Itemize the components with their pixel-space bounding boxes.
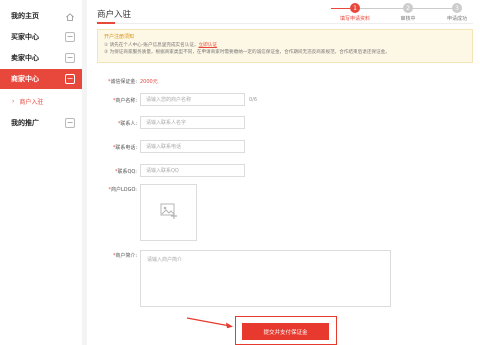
sidebar: 我的主页 买家中心 − 卖家中心 − 商家中心 − › 商户入驻 我的推广 −	[0, 0, 82, 345]
collapse-minus-icon: −	[65, 32, 75, 42]
sidebar-item-seller-center[interactable]: 卖家中心 −	[0, 48, 82, 68]
logo-label: *商户LOGO:	[87, 186, 137, 193]
contact-label-text: 联系人:	[120, 121, 137, 127]
chevron-right-icon: ›	[12, 97, 15, 105]
notice-line-1: ① 请先在个人中心-账户信息里完成实名认证，立即认证	[104, 42, 466, 49]
image-upload-icon	[160, 202, 178, 224]
merchant-intro-textarea[interactable]: 请输入商户简介	[140, 250, 391, 307]
phone-input[interactable]: 请输入联系电话	[140, 140, 245, 153]
sidebar-item-my-promotion[interactable]: 我的推广 −	[0, 113, 82, 133]
fee-label: *诚信保证金:	[87, 78, 137, 85]
progress-steps: 1 填写申请资料 2 审核中 3 申请成功	[87, 0, 480, 30]
main-panel: 商户入驻 1 填写申请资料 2 审核中 3 申请成功 开户注册须知 ① 请先在个…	[87, 0, 480, 345]
contact-person-input[interactable]: 请输入联系人名字	[140, 116, 245, 129]
step-connector	[408, 8, 452, 9]
sidebar-subitem-label: 商户入驻	[19, 98, 44, 106]
home-icon	[65, 7, 75, 26]
merchant-name-input[interactable]: 请输入您的商户名称	[140, 93, 245, 106]
step-1-circle: 1	[350, 3, 360, 13]
sidebar-item-home[interactable]: 我的主页	[0, 6, 82, 26]
collapse-minus-icon: −	[65, 118, 75, 128]
collapse-minus-icon: −	[65, 74, 75, 84]
notice-title: 开户注册须知	[104, 34, 135, 40]
collapse-minus-icon: −	[65, 53, 75, 63]
step-3-circle: 3	[452, 3, 462, 13]
intro-label: *商户简介:	[87, 252, 137, 259]
notice-line-1-text: ① 请先在个人中心-账户信息里完成实名认证，	[104, 43, 199, 48]
step-2-label: 审核中	[400, 16, 416, 22]
notice-line-2: ② 为保证商家服务质量，根据商家类型不同，在申请商家时需要缴纳一定的诚信保证金，…	[104, 50, 390, 55]
step-connector	[355, 8, 403, 9]
intro-label-text: 商户简介:	[115, 253, 137, 259]
sidebar-item-label: 我的主页	[11, 12, 39, 20]
merchant-name-label: *商户名称:	[87, 97, 137, 104]
logo-label-text: 商户LOGO:	[111, 187, 137, 193]
fee-value: 2000元	[140, 79, 158, 85]
contact-label: *联系人:	[87, 120, 137, 127]
sidebar-item-buyer-center[interactable]: 买家中心 −	[0, 27, 82, 47]
verify-now-link[interactable]: 立即认证	[199, 43, 217, 48]
step-1-label: 填写申请资料	[339, 16, 371, 22]
phone-label: *联系电话:	[87, 144, 137, 151]
sidebar-subitem-merchant-join[interactable]: › 商户入驻	[0, 93, 82, 109]
submit-and-pay-button[interactable]: 提交并支付保证金	[242, 323, 329, 340]
qq-label: *联系QQ:	[87, 168, 137, 175]
step-2-circle: 2	[403, 3, 413, 13]
logo-upload[interactable]	[140, 184, 197, 241]
sidebar-item-label: 商家中心	[11, 75, 39, 83]
sidebar-item-label: 我的推广	[11, 119, 39, 127]
merchant-name-label-text: 商户名称:	[115, 98, 137, 104]
qq-label-text: 联系QQ:	[117, 169, 137, 175]
step-3-label: 申请成功	[446, 16, 468, 22]
sidebar-item-label: 买家中心	[11, 33, 39, 41]
step-connector-active	[331, 8, 350, 9]
sidebar-item-merchant-center[interactable]: 商家中心 −	[0, 69, 82, 89]
merchant-name-counter: 0/6	[249, 97, 258, 103]
notice-box: 开户注册须知 ① 请先在个人中心-账户信息里完成实名认证，立即认证 ② 为保证商…	[97, 29, 473, 63]
qq-input[interactable]: 请输入联系QQ	[140, 164, 245, 177]
sidebar-item-label: 卖家中心	[11, 54, 39, 62]
app-root: 我的主页 买家中心 − 卖家中心 − 商家中心 − › 商户入驻 我的推广 − …	[0, 0, 480, 345]
fee-label-text: 诚信保证金:	[110, 79, 137, 85]
phone-label-text: 联系电话:	[115, 145, 137, 151]
